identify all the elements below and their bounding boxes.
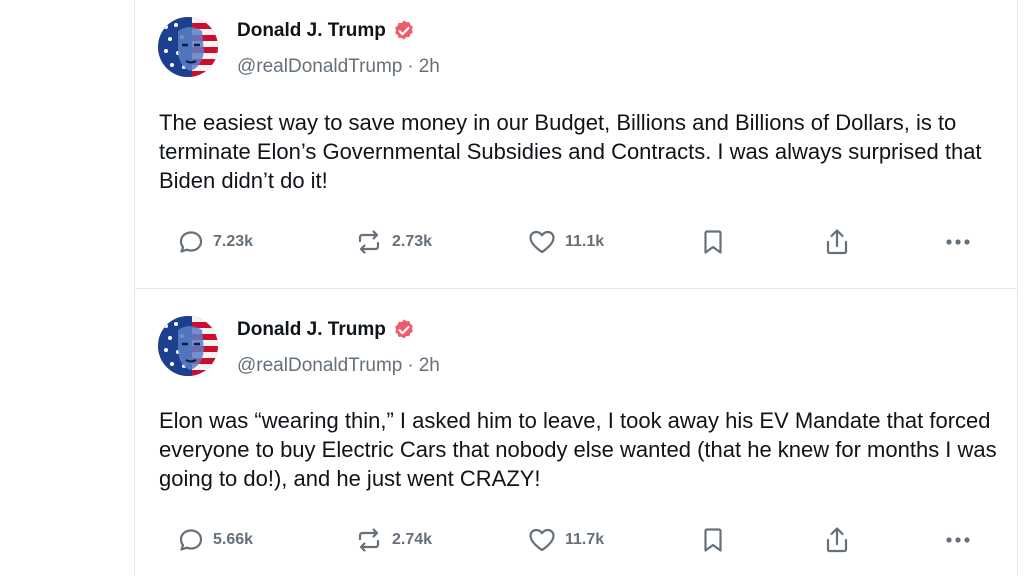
like-count: 11.1k [565,233,605,250]
handle-text[interactable]: @realDonaldTrump [237,355,402,376]
author-handle[interactable]: @realDonaldTrump · 2h [237,355,440,377]
repost-icon [358,528,380,552]
reply-button[interactable]: 5.66k [177,524,253,556]
reply-button[interactable]: 7.23k [177,226,253,258]
feed: Donald J. Trump @realDonaldTrump · 2h The … [134,0,1018,576]
repost-button[interactable]: 2.74k [354,524,432,556]
repost-button[interactable]: 2.73k [354,226,432,258]
repost-icon [358,230,380,254]
like-count: 11.7k [565,531,605,548]
repost-count: 2.73k [392,233,433,250]
more-options-button[interactable] [943,524,973,556]
bookmark-icon [704,528,722,552]
post[interactable]: Donald J. Trump @realDonaldTrump · 2h Elon… [135,289,1017,576]
avatar[interactable] [158,17,218,77]
post-text: The easiest way to save money in our Bud… [159,110,982,193]
reply-count: 7.23k [213,233,254,250]
share-icon [826,229,848,255]
author-handle[interactable]: @realDonaldTrump · 2h [237,56,440,78]
handle-text[interactable]: @realDonaldTrump [237,56,402,77]
verified-badge-icon [395,319,413,339]
share-button[interactable] [823,226,851,258]
like-icon [529,528,555,552]
separator: · [407,56,414,77]
separator: · [407,355,414,376]
author-name-text[interactable]: Donald J. Trump [237,20,386,42]
more-icon [946,239,970,245]
verified-badge-icon [395,20,413,40]
like-button[interactable]: 11.7k [527,524,604,556]
reply-count: 5.66k [213,531,254,548]
like-button[interactable]: 11.1k [527,226,604,258]
more-options-button[interactable] [943,226,973,258]
reply-icon [179,529,203,551]
post[interactable]: Donald J. Trump @realDonaldTrump · 2h The … [135,0,1017,289]
timestamp[interactable]: 2h [419,355,440,376]
author-name[interactable]: Donald J. Trump [237,318,416,342]
bookmark-icon [704,230,722,254]
like-icon [529,230,555,254]
share-icon [826,527,848,553]
repost-count: 2.74k [392,531,433,548]
post-text: Elon was “wearing thin,” I asked him to … [159,408,997,491]
more-icon [946,537,970,543]
author-name-text[interactable]: Donald J. Trump [237,319,386,341]
share-button[interactable] [823,524,851,556]
bookmark-button[interactable] [700,524,726,556]
timestamp[interactable]: 2h [419,56,440,77]
bookmark-button[interactable] [700,226,726,258]
action-bar: 5.66k 2.74k 11.7k [135,524,1017,556]
action-bar: 7.23k 2.73k 11.1k [135,226,1017,258]
avatar[interactable] [158,316,218,376]
author-name[interactable]: Donald J. Trump [237,19,416,43]
reply-icon [179,231,203,253]
